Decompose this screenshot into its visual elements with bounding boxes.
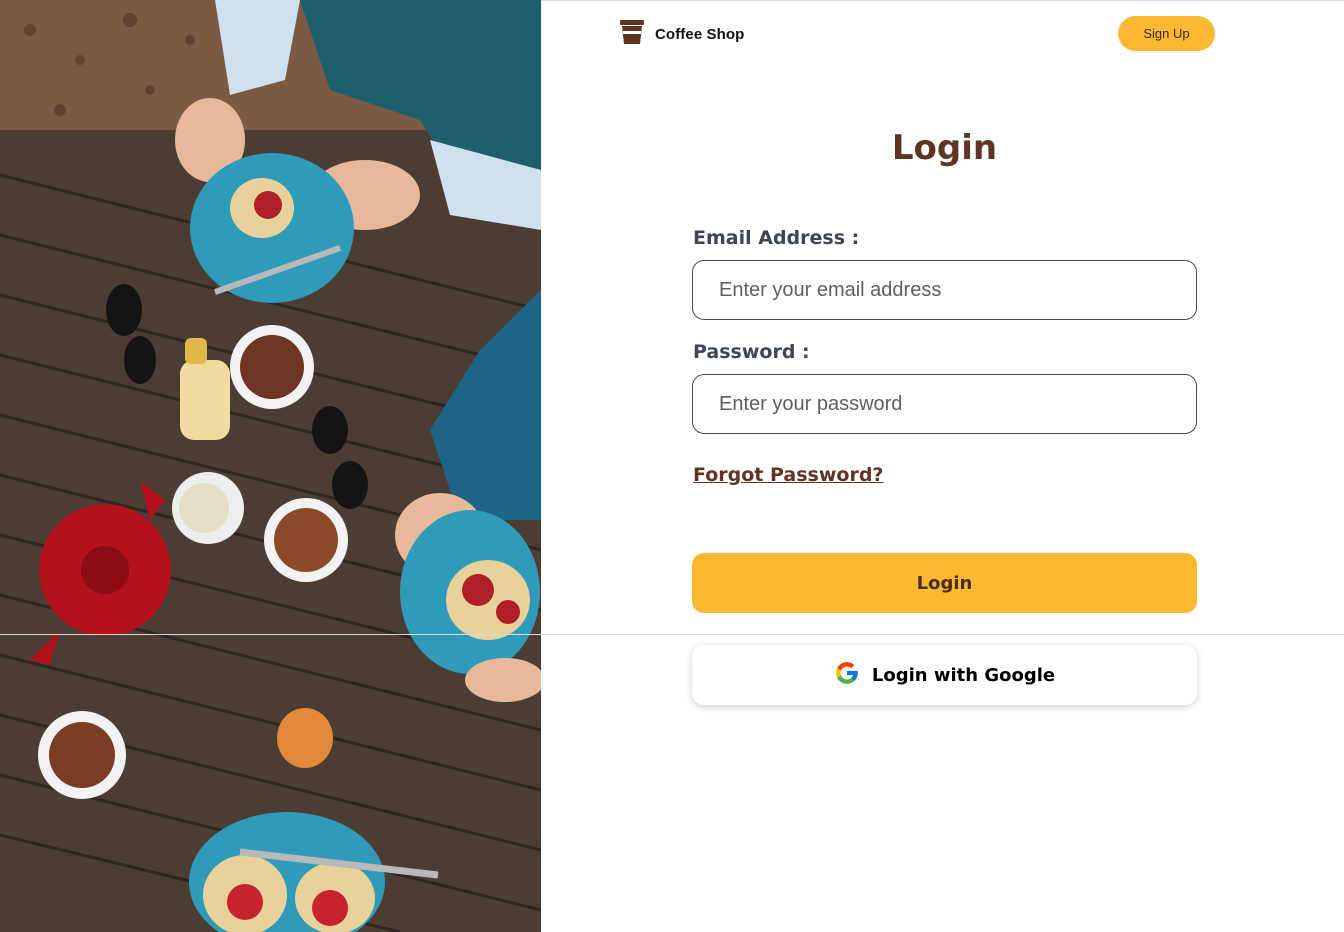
brand-logo[interactable]: Coffee Shop <box>619 19 745 50</box>
hero-photo <box>0 0 541 932</box>
brand-name: Coffee Shop <box>655 25 745 43</box>
password-field[interactable] <box>692 374 1197 434</box>
page-title: Login <box>891 128 998 168</box>
login-button[interactable]: Login <box>692 553 1197 613</box>
page-fold-line <box>0 634 1344 635</box>
email-label: Email Address : <box>693 227 860 249</box>
google-login-button[interactable]: Login with Google <box>692 645 1197 705</box>
forgot-password-link[interactable]: Forgot Password? <box>693 464 883 486</box>
google-login-label: Login with Google <box>871 664 1056 686</box>
password-label: Password : <box>693 341 810 363</box>
signup-button[interactable]: Sign Up <box>1118 16 1215 51</box>
top-border <box>541 0 1344 1</box>
email-field[interactable] <box>692 260 1197 320</box>
coffee-cup-icon <box>619 19 645 50</box>
google-g-icon <box>834 660 860 691</box>
